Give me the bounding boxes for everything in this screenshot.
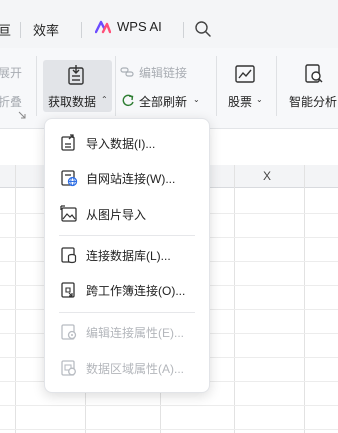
search-icon[interactable]	[194, 20, 212, 38]
menu-item-label: 导入数据(I)...	[86, 137, 156, 151]
stocks-chart-icon	[235, 65, 255, 83]
tab-divider	[81, 22, 82, 38]
connection-props-icon	[61, 324, 77, 340]
stocks-button[interactable]: 股票	[228, 93, 252, 110]
wps-ai-label: WPS AI	[117, 19, 162, 34]
ribbon-divider	[36, 56, 37, 116]
menu-item-database-connect[interactable]: 连接数据库(L)...	[45, 238, 209, 272]
database-connect-icon	[61, 247, 77, 264]
image-import-icon	[60, 205, 77, 222]
menu-item-import-data[interactable]: 导入数据(I)...	[45, 126, 209, 160]
group-launcher-icon[interactable]	[18, 111, 26, 119]
menu-divider	[59, 312, 195, 313]
menu-item-label: 自网站连接(W)...	[86, 172, 176, 186]
smart-analysis-icon	[305, 64, 323, 83]
grid-line	[0, 429, 338, 430]
menu-item-web-connect[interactable]: 自网站连接(W)...	[45, 161, 209, 195]
expand-button-partial[interactable]: 展开	[0, 64, 22, 81]
menu-item-label: 从图片导入	[86, 208, 147, 222]
import-data-icon	[61, 134, 75, 151]
column-header-x[interactable]: X	[263, 169, 271, 183]
get-data-label: 获取数据	[48, 95, 97, 109]
menu-item-workbook-link[interactable]: 跨工作簿连接(O)...	[45, 273, 209, 307]
menu-item-edit-connection-props: 编辑连接属性(E)...	[45, 315, 209, 349]
tab-divider	[183, 22, 184, 38]
tab-partial-left[interactable]: 亘	[0, 20, 11, 39]
menu-item-label: 连接数据库(L)...	[86, 249, 171, 263]
grid-line	[234, 165, 235, 433]
menu-item-image-import[interactable]: 从图片导入	[45, 197, 209, 231]
fold-button-partial[interactable]: 折叠	[0, 93, 22, 110]
ribbon-toolbar: 展开 折叠 获取数据 ⌃ 编辑链接 全部刷新 ⌄ 股票 ⌄ 智能分析	[0, 48, 338, 129]
menu-item-label: 数据区域属性(A)...	[86, 362, 184, 376]
grid-line	[15, 165, 16, 433]
edit-links-icon	[120, 67, 134, 77]
ribbon-divider	[216, 56, 217, 116]
ribbon-divider	[115, 56, 116, 116]
smart-analysis-button[interactable]: 智能分析	[289, 93, 337, 110]
get-data-dropdown-menu: 导入数据(I)... 自网站连接(W)... 从图片导入 连接数据库(L)...	[44, 118, 210, 393]
chevron-down-icon[interactable]: ⌄	[256, 95, 263, 104]
menu-item-label: 编辑连接属性(E)...	[86, 326, 184, 340]
get-data-button[interactable]: 获取数据 ⌃	[43, 60, 112, 112]
grid-line	[0, 405, 338, 406]
grid-line	[304, 165, 305, 433]
menu-item-range-props: 数据区域属性(A)...	[45, 351, 209, 385]
menu-item-label: 跨工作簿连接(O)...	[86, 284, 186, 298]
edit-links-button[interactable]: 编辑链接	[139, 64, 187, 81]
get-data-icon	[68, 65, 84, 85]
tab-wps-ai[interactable]: WPS AI	[95, 19, 162, 34]
menu-divider	[59, 235, 195, 236]
refresh-all-icon	[122, 94, 134, 107]
chevron-down-icon[interactable]: ⌄	[193, 95, 200, 104]
top-tab-bar: 亘 效率 WPS AI	[0, 0, 338, 48]
wps-ai-logo-icon	[95, 20, 111, 33]
tab-divider	[20, 22, 21, 38]
web-connect-icon	[61, 170, 78, 187]
ribbon-divider	[276, 56, 277, 116]
chevron-up-icon: ⌃	[101, 95, 108, 104]
refresh-all-button[interactable]: 全部刷新	[139, 93, 187, 110]
workbook-link-icon	[61, 282, 75, 298]
tab-efficiency[interactable]: 效率	[33, 20, 59, 39]
range-props-icon	[61, 360, 76, 376]
